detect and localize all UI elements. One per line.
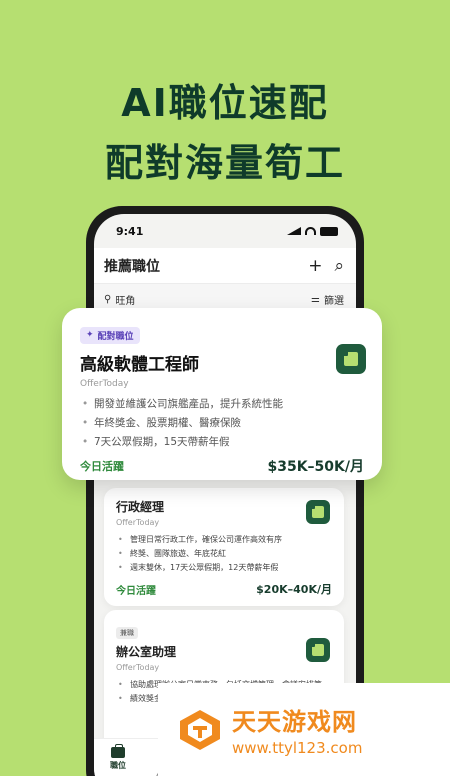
job-title: 行政經理: [116, 500, 165, 514]
watermark-name: 天天游戏网: [232, 708, 357, 736]
watermark-url: www.ttyl123.com: [232, 739, 363, 757]
watermark-banner: 天天游戏网 www.ttyl123.com: [158, 683, 450, 776]
match-badge: ✦ 配對職位: [80, 326, 140, 344]
featured-job-title: 高級軟體工程師: [80, 354, 199, 375]
job-bullets: 管理日常行政工作，確保公司運作高效有序 終獎、團隊旅遊、年底花紅 週末雙休，17…: [116, 533, 332, 575]
watermark-logo-icon: [180, 709, 220, 750]
tab-jobs-label: 職位: [110, 761, 126, 770]
featured-activity-status: 今日活躍: [80, 459, 124, 473]
status-time: 9:41: [116, 224, 144, 238]
salary-range: $20K–40K/月: [256, 583, 332, 596]
location-label: 旺角: [115, 295, 136, 307]
featured-job-company: OfferToday: [80, 378, 129, 389]
battery-icon: [320, 226, 338, 236]
company-logo-icon: [306, 638, 330, 662]
wifi-icon: [305, 227, 316, 235]
briefcase-icon: [111, 744, 125, 758]
featured-job-card[interactable]: ✦ 配對職位 高級軟體工程師 OfferToday 開發並維護公司旗艦產品，提升…: [62, 308, 382, 480]
job-company: OfferToday: [116, 518, 160, 527]
list-item: 7天公眾假期，15天帶薪年假: [80, 433, 364, 452]
job-company: OfferToday: [116, 663, 160, 672]
job-type-badge: 兼職: [116, 627, 138, 639]
page-title: 推薦職位: [104, 258, 160, 275]
location-selector[interactable]: ⚲ 旺角: [104, 292, 135, 307]
sparkle-icon: ✦: [86, 330, 94, 340]
company-logo-icon: [306, 500, 330, 524]
headline-line-1: AI職位速配: [121, 81, 329, 125]
tab-jobs[interactable]: 職位: [110, 744, 126, 771]
add-icon[interactable]: +: [308, 256, 322, 276]
activity-status: 今日活躍: [116, 585, 156, 597]
signal-icon: [287, 227, 301, 235]
filter-button[interactable]: ⚌ 篩選: [311, 292, 344, 307]
featured-job-bullets: 開發並維護公司旗艦產品，提升系統性能 年終獎金、股票期權、醫療保險 7天公眾假期…: [80, 395, 364, 452]
match-badge-label: 配對職位: [97, 331, 134, 342]
app-bar: 推薦職位 + ⌕: [94, 248, 356, 284]
headline-line-2: 配對海量筍工: [104, 141, 345, 185]
status-bar: 9:41: [94, 214, 356, 248]
search-icon[interactable]: ⌕: [334, 256, 344, 276]
list-item: 年終獎金、股票期權、醫療保險: [80, 414, 364, 433]
location-pin-icon: ⚲: [104, 293, 112, 305]
status-icons: [287, 226, 338, 236]
list-item: 週末雙休，17天公眾假期，12天帶薪年假: [116, 561, 332, 575]
featured-salary-range: $35K–50K/月: [267, 458, 364, 475]
list-item: 開發並維護公司旗艦產品，提升系統性能: [80, 395, 364, 414]
filter-label: 篩選: [324, 295, 344, 307]
filter-sliders-icon: ⚌: [311, 293, 320, 305]
job-title: 辦公室助理: [116, 645, 177, 659]
list-item: 終獎、團隊旅遊、年底花紅: [116, 547, 332, 561]
list-item: 管理日常行政工作，確保公司運作高效有序: [116, 533, 332, 547]
job-card-admin-manager[interactable]: 行政經理 OfferToday 管理日常行政工作，確保公司運作高效有序 終獎、團…: [104, 488, 344, 606]
company-logo-icon: [336, 344, 366, 374]
